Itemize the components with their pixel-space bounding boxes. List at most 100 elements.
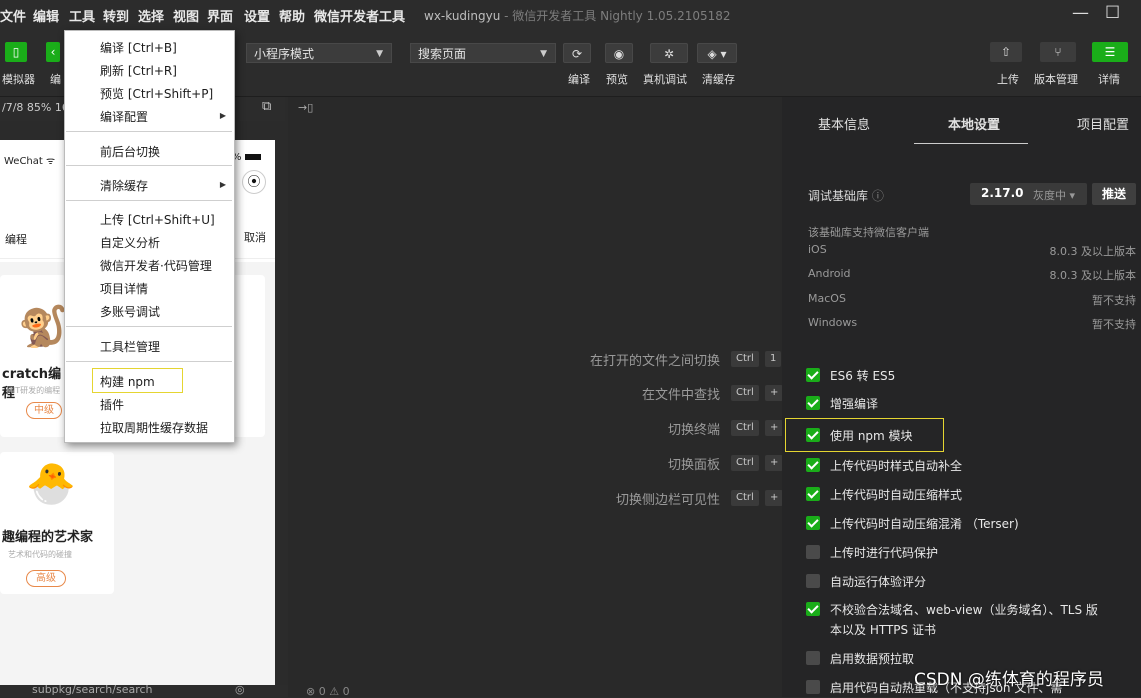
menu-interface[interactable]: 界面	[207, 6, 233, 25]
option-label: 上传代码时样式自动补全	[830, 459, 963, 473]
help-icon[interactable]: ⓘ	[872, 189, 884, 203]
tab-project-config[interactable]: 项目配置	[1077, 114, 1129, 133]
upload-icon: ⇧	[1000, 45, 1012, 59]
minimize-button[interactable]: —	[1072, 3, 1089, 23]
menu-item-preview[interactable]: 预览 [Ctrl+Shift+P]	[100, 85, 213, 102]
upload-label: 上传	[997, 73, 1019, 86]
chevron-down-icon: ▼	[540, 49, 547, 59]
lib-status: 灰度中 ▾	[1033, 189, 1076, 202]
menu-goto[interactable]: 转到	[103, 6, 129, 25]
option-label: 自动运行体验评分	[830, 575, 927, 589]
checkbox-checked-icon[interactable]	[806, 602, 820, 616]
compile-button[interactable]: ⟳	[563, 43, 591, 63]
menu-separator	[66, 326, 232, 327]
menu-item-periodic-cache[interactable]: 拉取周期性缓存数据	[100, 419, 208, 436]
preview-button[interactable]: ◉	[605, 43, 633, 63]
course-title: 趣编程的艺术家	[2, 530, 94, 545]
menu-tools[interactable]: 工具	[69, 6, 95, 25]
lib-version-select[interactable]: 2.17.0 灰度中 ▾	[970, 183, 1087, 205]
platform-name: iOS	[808, 243, 827, 256]
push-button[interactable]: 推送	[1092, 183, 1136, 205]
page-select-value: 搜索页面	[418, 47, 467, 61]
details-label: 详情	[1098, 73, 1120, 86]
checkbox-checked-icon[interactable]	[806, 487, 820, 501]
menu-item-foreground-switch[interactable]: 前后台切换	[100, 143, 160, 160]
problems-status[interactable]: ⊗ 0 ⚠ 0	[306, 685, 350, 698]
checkbox-checked-icon[interactable]	[806, 368, 820, 382]
editor-area: →▯ 在打开的文件之间切换 Ctrl 1 在文件中查找 Ctrl + 切换终端 …	[288, 97, 784, 698]
menu-item-upload[interactable]: 上传 [Ctrl+Shift+U]	[100, 211, 215, 228]
checkbox-unchecked-icon[interactable]	[806, 680, 820, 694]
menu-separator	[66, 131, 232, 132]
menu-item-toolbar-manage[interactable]: 工具栏管理	[100, 338, 160, 355]
details-button[interactable]: ☰	[1092, 42, 1128, 62]
cancel-link[interactable]: 取消	[244, 229, 266, 245]
chevron-down-icon: ▼	[376, 49, 383, 59]
menu-item-refresh[interactable]: 刷新 [Ctrl+R]	[100, 62, 177, 79]
tab-local-settings[interactable]: 本地设置	[948, 114, 1000, 133]
lib-version: 2.17.0	[981, 186, 1024, 200]
course-card-art[interactable]: 🐣 趣编程的艺术家 艺术和代码的碰撞 高级	[0, 452, 114, 594]
platform-row: MacOS 暂不支持	[808, 292, 1136, 307]
mode-select-value: 小程序模式	[254, 47, 315, 61]
menu-edit[interactable]: 编辑	[33, 6, 59, 25]
device-info[interactable]: /7/8 85% 16	[2, 101, 69, 114]
course-card-scratch[interactable]: 🐒 cratch编程 MIT研发的编程 中级	[0, 275, 68, 437]
tools-dropdown-menu: 编译 [Ctrl+B] 刷新 [Ctrl+R] 预览 [Ctrl+Shift+P…	[64, 30, 235, 443]
clear-cache-button[interactable]: ◈ ▾	[697, 43, 737, 63]
checkbox-unchecked-icon[interactable]	[806, 574, 820, 588]
platform-version: 8.0.3 及以上版本	[1049, 269, 1137, 282]
menu-item-compile-config[interactable]: 编译配置	[100, 108, 148, 125]
checkbox-checked-icon[interactable]	[806, 458, 820, 472]
checkbox-checked-icon[interactable]	[806, 396, 820, 410]
status-battery: %	[232, 152, 261, 163]
expand-sidebar-icon[interactable]: →▯	[298, 101, 313, 114]
menu-select[interactable]: 选择	[138, 6, 164, 25]
tab-basic-info[interactable]: 基本信息	[818, 114, 870, 133]
menu-item-clear-cache[interactable]: 清除缓存	[100, 177, 148, 194]
shortcut-key: +	[765, 490, 784, 506]
menu-item-multi-account[interactable]: 多账号调试	[100, 303, 160, 320]
menu-settings[interactable]: 设置	[244, 6, 270, 25]
version-manage-button[interactable]: ⑂	[1040, 42, 1076, 62]
menu-item-compile[interactable]: 编译 [Ctrl+B]	[100, 39, 177, 56]
menu-item-plugins[interactable]: 插件	[100, 396, 124, 413]
checkbox-unchecked-icon[interactable]	[806, 545, 820, 559]
checkbox-unchecked-icon[interactable]	[806, 651, 820, 665]
support-title: 该基础库支持微信客户端	[808, 224, 1136, 240]
menu-help[interactable]: 帮助	[279, 6, 305, 25]
maximize-button[interactable]: ☐	[1105, 3, 1120, 23]
checkbox-checked-icon[interactable]	[806, 516, 820, 530]
simulator-scrollbar[interactable]	[275, 121, 287, 697]
editor-toggle-button[interactable]: ‹	[46, 42, 60, 62]
menu-item-project-details[interactable]: 项目详情	[100, 280, 148, 297]
phone-icon: ▯	[12, 45, 20, 59]
course-subtitle: MIT研发的编程	[6, 386, 61, 395]
option-label: 不校验合法域名、web-view（业务域名）、TLS 版	[830, 603, 1098, 617]
page-select[interactable]: 搜索页面 ▼	[410, 43, 556, 63]
remote-debug-button[interactable]: ✲	[650, 43, 688, 63]
menu-item-custom-analysis[interactable]: 自定义分析	[100, 234, 160, 251]
page-path[interactable]: subpkg/search/search	[32, 683, 153, 696]
shortcut-key: Ctrl	[731, 351, 759, 367]
bug-icon: ✲	[663, 47, 675, 61]
option-label: 上传代码时自动压缩混淆 （Terser)	[830, 517, 1019, 531]
mode-select[interactable]: 小程序模式 ▼	[246, 43, 392, 63]
version-manage-label: 版本管理	[1034, 73, 1078, 86]
simulator-toggle-button[interactable]: ▯	[5, 42, 27, 62]
menu-file[interactable]: 文件	[0, 6, 26, 25]
upload-button[interactable]: ⇧	[990, 42, 1022, 62]
window-icon[interactable]: ⧉	[262, 99, 271, 114]
wifi-icon: ᯤ	[46, 156, 56, 167]
shortcut-label: 切换侧边栏可见性	[615, 493, 720, 508]
menu-view[interactable]: 视图	[173, 6, 199, 25]
capsule-close-icon[interactable]: ⦿	[242, 170, 266, 194]
eye-icon[interactable]: ◎	[235, 683, 245, 696]
compile-label: 编译	[568, 73, 590, 86]
code-icon: ‹	[50, 45, 56, 59]
menu-item-code-management[interactable]: 微信开发者·代码管理	[100, 257, 212, 274]
option-label: 启用数据预拉取	[830, 652, 915, 666]
menu-devtools[interactable]: 微信开发者工具	[314, 6, 405, 25]
platform-version: 暂不支持	[1092, 294, 1136, 307]
platform-version: 8.0.3 及以上版本	[1049, 245, 1137, 258]
